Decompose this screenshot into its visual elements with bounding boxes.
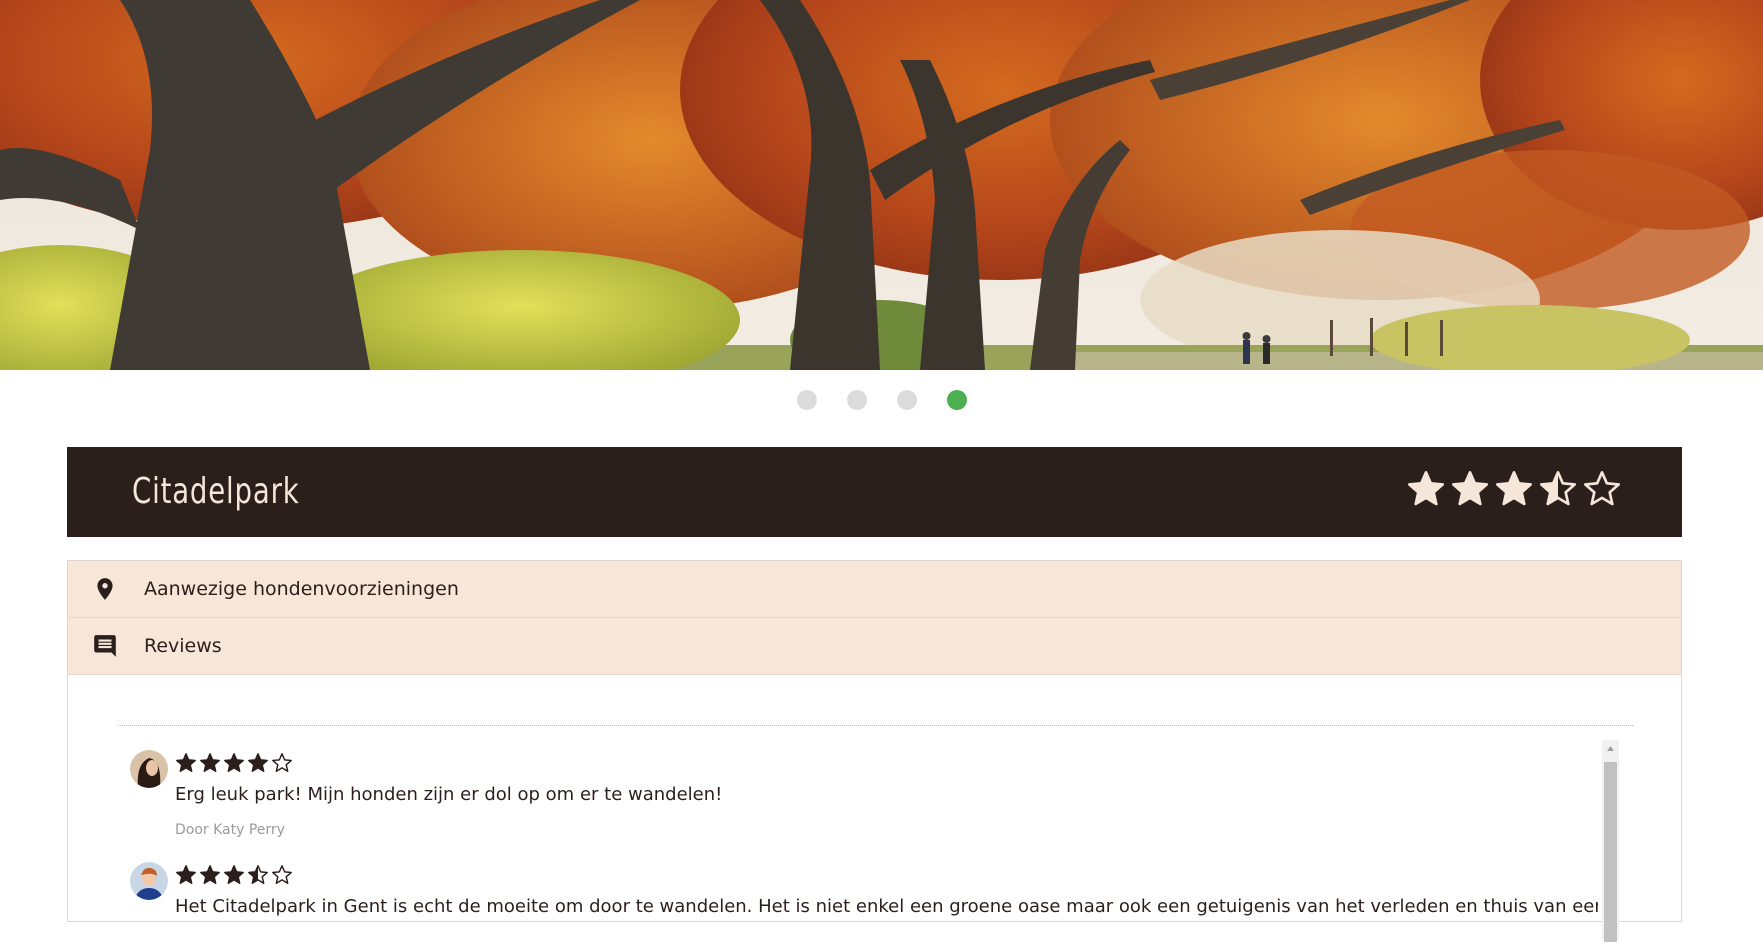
filled-star-icon	[1452, 471, 1488, 506]
reviews-scrollbar[interactable]	[1602, 740, 1619, 942]
filled-star-icon	[248, 753, 268, 772]
scroll-thumb[interactable]	[1604, 762, 1617, 942]
accordion-reviews[interactable]: Reviews	[68, 618, 1681, 675]
carousel-dot-2[interactable]	[846, 390, 867, 410]
avatar	[130, 750, 168, 788]
review-text: Het Citadelpark in Gent is echt de moeit…	[175, 896, 1598, 917]
review-rating	[175, 864, 295, 888]
accordion-dog-facilities[interactable]: Aanwezige hondenvoorzieningen	[68, 561, 1681, 618]
carousel-dot-4[interactable]	[946, 390, 967, 410]
reviews-section: Erg leuk park! Mijn honden zijn er dol o…	[118, 725, 1633, 942]
filled-star-icon	[200, 753, 220, 772]
empty-star-icon	[272, 753, 292, 772]
accordion-label: Aanwezige hondenvoorzieningen	[144, 578, 459, 600]
review-author: Door Katy Perry	[175, 822, 285, 838]
review-item: Erg leuk park! Mijn honden zijn er dol o…	[118, 740, 1598, 852]
avatar	[130, 862, 168, 900]
empty-star-icon	[1584, 471, 1620, 506]
reviews-list[interactable]: Erg leuk park! Mijn honden zijn er dol o…	[118, 740, 1598, 940]
scroll-up-arrow-icon[interactable]	[1602, 740, 1619, 757]
review-text: Erg leuk park! Mijn honden zijn er dol o…	[175, 784, 723, 805]
filled-star-icon	[176, 865, 196, 884]
filled-star-icon	[224, 865, 244, 884]
filled-star-icon	[200, 865, 220, 884]
carousel-dot-1[interactable]	[796, 390, 817, 410]
empty-star-icon	[272, 865, 292, 884]
accordion-label: Reviews	[144, 635, 222, 657]
filled-star-icon	[1496, 471, 1532, 506]
filled-star-icon	[224, 753, 244, 772]
filled-star-icon	[176, 753, 196, 772]
park-title-bar: Citadelpark	[67, 447, 1682, 537]
review-rating	[175, 752, 295, 776]
park-details-panel: Aanwezige hondenvoorzieningen Reviews Er…	[67, 560, 1682, 942]
review-item: Het Citadelpark in Gent is echt de moeit…	[118, 852, 1598, 940]
carousel-dot-3[interactable]	[896, 390, 917, 410]
half-star-icon	[1540, 471, 1576, 506]
park-rating	[1402, 469, 1622, 515]
filled-star-icon	[1408, 471, 1444, 506]
location-pin-icon	[97, 578, 113, 600]
hero-image	[0, 0, 1763, 370]
park-title: Citadelpark	[132, 471, 300, 512]
comment-icon	[94, 635, 116, 657]
half-star-icon	[248, 865, 268, 884]
carousel-dots	[0, 390, 1763, 410]
